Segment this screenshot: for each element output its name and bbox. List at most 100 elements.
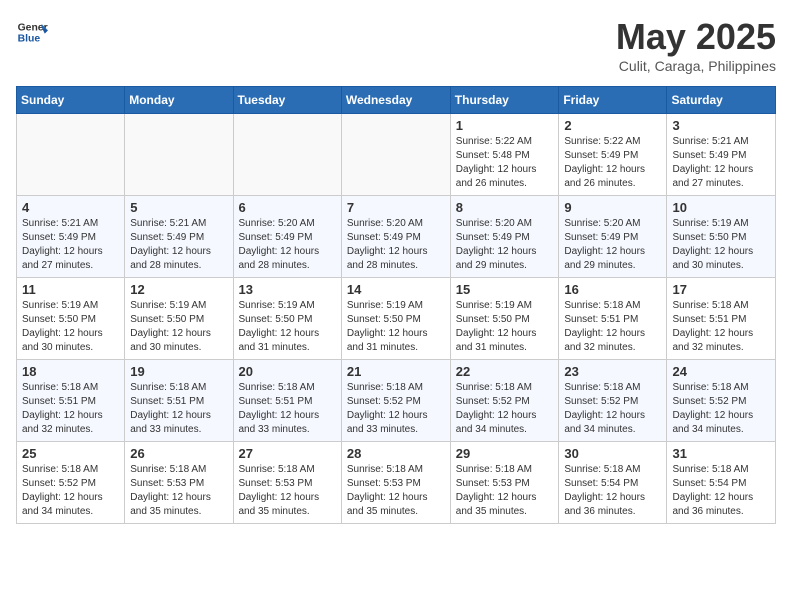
calendar-cell: 23 Sunrise: 5:18 AM Sunset: 5:52 PM Dayli…: [559, 360, 667, 442]
calendar-cell: [125, 114, 233, 196]
calendar-cell: 26 Sunrise: 5:18 AM Sunset: 5:53 PM Dayli…: [125, 442, 233, 524]
calendar-cell: 1 Sunrise: 5:22 AM Sunset: 5:48 PM Daylig…: [450, 114, 559, 196]
weekday-header-wednesday: Wednesday: [341, 87, 450, 114]
calendar-cell: [17, 114, 125, 196]
day-info: Sunrise: 5:19 AM Sunset: 5:50 PM Dayligh…: [22, 299, 119, 355]
calendar-cell: 27 Sunrise: 5:18 AM Sunset: 5:53 PM Dayli…: [233, 442, 341, 524]
logo: General Blue: [16, 16, 48, 48]
calendar-cell: 24 Sunrise: 5:18 AM Sunset: 5:52 PM Dayli…: [667, 360, 776, 442]
location: Culit, Caraga, Philippines: [616, 58, 776, 74]
day-number: 28: [347, 446, 445, 461]
day-info: Sunrise: 5:18 AM Sunset: 5:53 PM Dayligh…: [347, 463, 445, 519]
calendar-week-4: 18Sunrise: 5:18 AM Sunset: 5:51 PM Dayli…: [17, 360, 776, 442]
weekday-header-saturday: Saturday: [667, 87, 776, 114]
day-number: 30: [564, 446, 661, 461]
day-number: 1: [456, 118, 554, 133]
day-info: Sunrise: 5:18 AM Sunset: 5:53 PM Dayligh…: [456, 463, 554, 519]
logo-icon: General Blue: [16, 16, 48, 48]
day-info: Sunrise: 5:18 AM Sunset: 5:52 PM Dayligh…: [564, 381, 661, 437]
calendar-cell: 31 Sunrise: 5:18 AM Sunset: 5:54 PM Dayli…: [667, 442, 776, 524]
month-title: May 2025: [616, 16, 776, 58]
day-info: Sunrise: 5:22 AM Sunset: 5:49 PM Dayligh…: [564, 135, 661, 191]
calendar-cell: 3Sunrise: 5:21 AM Sunset: 5:49 PM Daylig…: [667, 114, 776, 196]
day-info: Sunrise: 5:19 AM Sunset: 5:50 PM Dayligh…: [347, 299, 445, 355]
calendar-cell: 5Sunrise: 5:21 AM Sunset: 5:49 PM Daylig…: [125, 196, 233, 278]
day-number: 12: [130, 282, 227, 297]
calendar-cell: 10 Sunrise: 5:19 AM Sunset: 5:50 PM Dayli…: [667, 196, 776, 278]
calendar-cell: 20Sunrise: 5:18 AM Sunset: 5:51 PM Dayli…: [233, 360, 341, 442]
day-number: 22: [456, 364, 554, 379]
weekday-header-sunday: Sunday: [17, 87, 125, 114]
day-info: Sunrise: 5:18 AM Sunset: 5:53 PM Dayligh…: [239, 463, 336, 519]
day-number: 25: [22, 446, 119, 461]
calendar-week-1: 1 Sunrise: 5:22 AM Sunset: 5:48 PM Daylig…: [17, 114, 776, 196]
day-number: 13: [239, 282, 336, 297]
day-number: 10: [672, 200, 770, 215]
day-info: Sunrise: 5:18 AM Sunset: 5:52 PM Dayligh…: [347, 381, 445, 437]
day-number: 27: [239, 446, 336, 461]
day-number: 16: [564, 282, 661, 297]
day-number: 14: [347, 282, 445, 297]
day-number: 15: [456, 282, 554, 297]
weekday-header-monday: Monday: [125, 87, 233, 114]
day-number: 6: [239, 200, 336, 215]
calendar-cell: 15Sunrise: 5:19 AM Sunset: 5:50 PM Dayli…: [450, 278, 559, 360]
weekday-header-friday: Friday: [559, 87, 667, 114]
calendar-cell: 19 Sunrise: 5:18 AM Sunset: 5:51 PM Dayli…: [125, 360, 233, 442]
calendar-cell: 9Sunrise: 5:20 AM Sunset: 5:49 PM Daylig…: [559, 196, 667, 278]
calendar-cell: 30Sunrise: 5:18 AM Sunset: 5:54 PM Dayli…: [559, 442, 667, 524]
day-info: Sunrise: 5:18 AM Sunset: 5:51 PM Dayligh…: [130, 381, 227, 437]
day-info: Sunrise: 5:18 AM Sunset: 5:53 PM Dayligh…: [130, 463, 227, 519]
calendar-cell: 6Sunrise: 5:20 AM Sunset: 5:49 PM Daylig…: [233, 196, 341, 278]
calendar-cell: 2 Sunrise: 5:22 AM Sunset: 5:49 PM Daylig…: [559, 114, 667, 196]
calendar-cell: 12 Sunrise: 5:19 AM Sunset: 5:50 PM Dayli…: [125, 278, 233, 360]
calendar-cell: 7Sunrise: 5:20 AM Sunset: 5:49 PM Daylig…: [341, 196, 450, 278]
calendar-cell: 8Sunrise: 5:20 AM Sunset: 5:49 PM Daylig…: [450, 196, 559, 278]
day-info: Sunrise: 5:21 AM Sunset: 5:49 PM Dayligh…: [22, 217, 119, 273]
day-info: Sunrise: 5:19 AM Sunset: 5:50 PM Dayligh…: [239, 299, 336, 355]
calendar-table: SundayMondayTuesdayWednesdayThursdayFrid…: [16, 86, 776, 524]
day-number: 8: [456, 200, 554, 215]
day-info: Sunrise: 5:20 AM Sunset: 5:49 PM Dayligh…: [347, 217, 445, 273]
day-info: Sunrise: 5:18 AM Sunset: 5:52 PM Dayligh…: [672, 381, 770, 437]
weekday-header-row: SundayMondayTuesdayWednesdayThursdayFrid…: [17, 87, 776, 114]
calendar-cell: 25 Sunrise: 5:18 AM Sunset: 5:52 PM Dayli…: [17, 442, 125, 524]
day-number: 19: [130, 364, 227, 379]
svg-text:Blue: Blue: [18, 34, 41, 45]
day-number: 9: [564, 200, 661, 215]
day-number: 11: [22, 282, 119, 297]
calendar-cell: 29 Sunrise: 5:18 AM Sunset: 5:53 PM Dayli…: [450, 442, 559, 524]
day-number: 31: [672, 446, 770, 461]
day-info: Sunrise: 5:18 AM Sunset: 5:52 PM Dayligh…: [456, 381, 554, 437]
calendar-cell: 22 Sunrise: 5:18 AM Sunset: 5:52 PM Dayli…: [450, 360, 559, 442]
day-info: Sunrise: 5:22 AM Sunset: 5:48 PM Dayligh…: [456, 135, 554, 191]
calendar-cell: 11 Sunrise: 5:19 AM Sunset: 5:50 PM Dayli…: [17, 278, 125, 360]
day-number: 23: [564, 364, 661, 379]
day-info: Sunrise: 5:19 AM Sunset: 5:50 PM Dayligh…: [130, 299, 227, 355]
day-info: Sunrise: 5:18 AM Sunset: 5:54 PM Dayligh…: [672, 463, 770, 519]
calendar-week-2: 4Sunrise: 5:21 AM Sunset: 5:49 PM Daylig…: [17, 196, 776, 278]
day-info: Sunrise: 5:18 AM Sunset: 5:52 PM Dayligh…: [22, 463, 119, 519]
day-number: 24: [672, 364, 770, 379]
calendar-cell: 4Sunrise: 5:21 AM Sunset: 5:49 PM Daylig…: [17, 196, 125, 278]
day-number: 3: [672, 118, 770, 133]
calendar-cell: 14 Sunrise: 5:19 AM Sunset: 5:50 PM Dayli…: [341, 278, 450, 360]
day-number: 17: [672, 282, 770, 297]
day-number: 29: [456, 446, 554, 461]
calendar-cell: [233, 114, 341, 196]
title-block: May 2025 Culit, Caraga, Philippines: [616, 16, 776, 74]
day-info: Sunrise: 5:18 AM Sunset: 5:51 PM Dayligh…: [564, 299, 661, 355]
day-number: 2: [564, 118, 661, 133]
calendar-cell: 17Sunrise: 5:18 AM Sunset: 5:51 PM Dayli…: [667, 278, 776, 360]
day-info: Sunrise: 5:21 AM Sunset: 5:49 PM Dayligh…: [130, 217, 227, 273]
day-info: Sunrise: 5:18 AM Sunset: 5:51 PM Dayligh…: [22, 381, 119, 437]
day-info: Sunrise: 5:18 AM Sunset: 5:51 PM Dayligh…: [239, 381, 336, 437]
weekday-header-thursday: Thursday: [450, 87, 559, 114]
day-info: Sunrise: 5:19 AM Sunset: 5:50 PM Dayligh…: [672, 217, 770, 273]
calendar-cell: 13 Sunrise: 5:19 AM Sunset: 5:50 PM Dayli…: [233, 278, 341, 360]
day-number: 26: [130, 446, 227, 461]
page-header: General Blue May 2025 Culit, Caraga, Phi…: [16, 16, 776, 74]
weekday-header-tuesday: Tuesday: [233, 87, 341, 114]
calendar-cell: 28 Sunrise: 5:18 AM Sunset: 5:53 PM Dayli…: [341, 442, 450, 524]
calendar-cell: [341, 114, 450, 196]
